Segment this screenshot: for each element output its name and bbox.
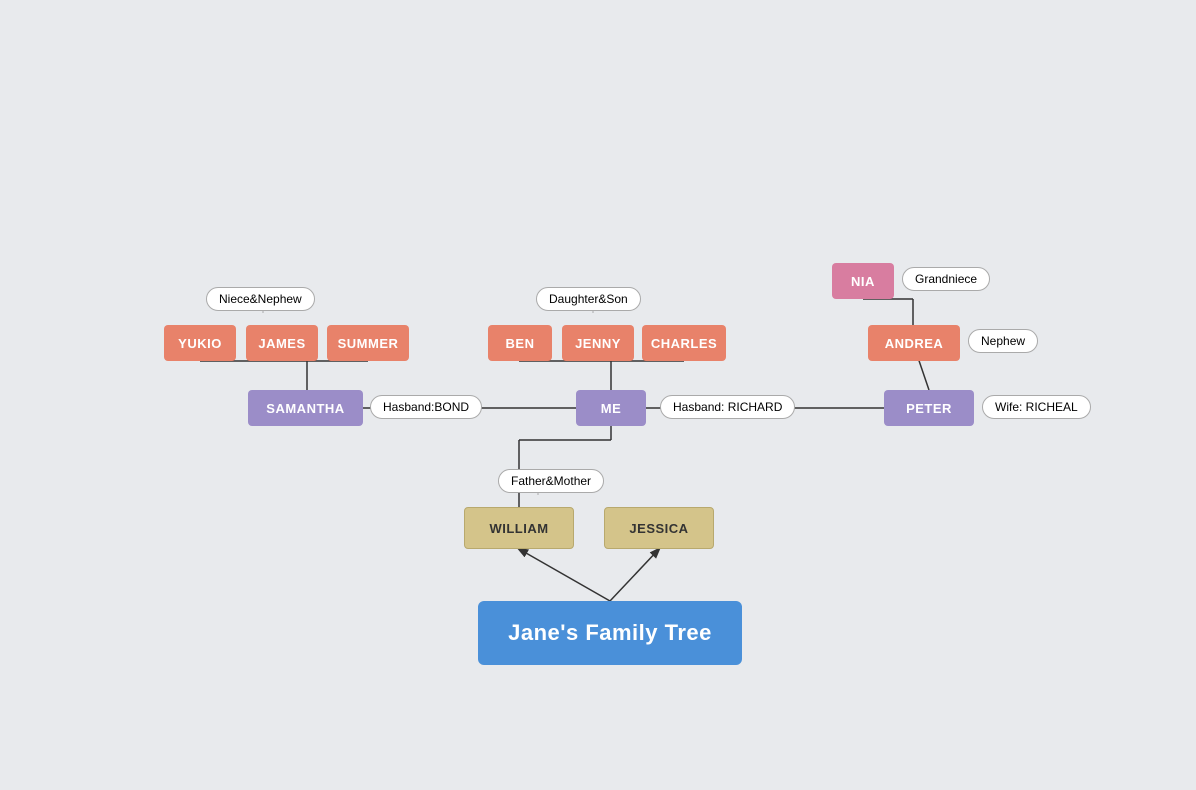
andrea-label: ANDREA: [868, 325, 960, 361]
samantha-label: SAMANTHA: [248, 390, 363, 426]
family-tree-canvas: Jane's Family Tree WILLIAM JESSICA Fathe…: [48, 35, 1148, 755]
me-node[interactable]: ME: [576, 390, 646, 426]
yukio-node[interactable]: YUKIO: [164, 325, 236, 361]
nia-label: NIA: [832, 263, 894, 299]
andrea-node[interactable]: ANDREA: [868, 325, 960, 361]
nia-node[interactable]: NIA: [832, 263, 894, 299]
jane-label: Jane's Family Tree: [478, 601, 742, 665]
niece-nephew-label: Niece&Nephew: [206, 287, 315, 311]
summer-node[interactable]: SUMMER: [327, 325, 409, 361]
ben-label: BEN: [488, 325, 552, 361]
jenny-node[interactable]: JENNY: [562, 325, 634, 361]
william-node[interactable]: WILLIAM: [464, 507, 574, 549]
grandniece-label: Grandniece: [902, 267, 990, 291]
jessica-label: JESSICA: [604, 507, 714, 549]
summer-label: SUMMER: [327, 325, 409, 361]
yukio-label: YUKIO: [164, 325, 236, 361]
charles-label: CHARLES: [642, 325, 726, 361]
jessica-node[interactable]: JESSICA: [604, 507, 714, 549]
ben-node[interactable]: BEN: [488, 325, 552, 361]
jane-node[interactable]: Jane's Family Tree: [478, 601, 742, 665]
samantha-node[interactable]: SAMANTHA: [248, 390, 363, 426]
daughter-son-label: Daughter&Son: [536, 287, 641, 311]
james-label: JAMES: [246, 325, 318, 361]
me-label: ME: [576, 390, 646, 426]
peter-label: PETER: [884, 390, 974, 426]
charles-node[interactable]: CHARLES: [642, 325, 726, 361]
nephew-label: Nephew: [968, 329, 1038, 353]
jenny-label: JENNY: [562, 325, 634, 361]
husband-richard-label: Hasband: RICHARD: [660, 395, 795, 419]
peter-node[interactable]: PETER: [884, 390, 974, 426]
father-mother-label: Father&Mother: [498, 469, 604, 493]
wife-richeal-label: Wife: RICHEAL: [982, 395, 1091, 419]
james-node[interactable]: JAMES: [246, 325, 318, 361]
husband-bond-label: Hasband:BOND: [370, 395, 482, 419]
william-label: WILLIAM: [464, 507, 574, 549]
